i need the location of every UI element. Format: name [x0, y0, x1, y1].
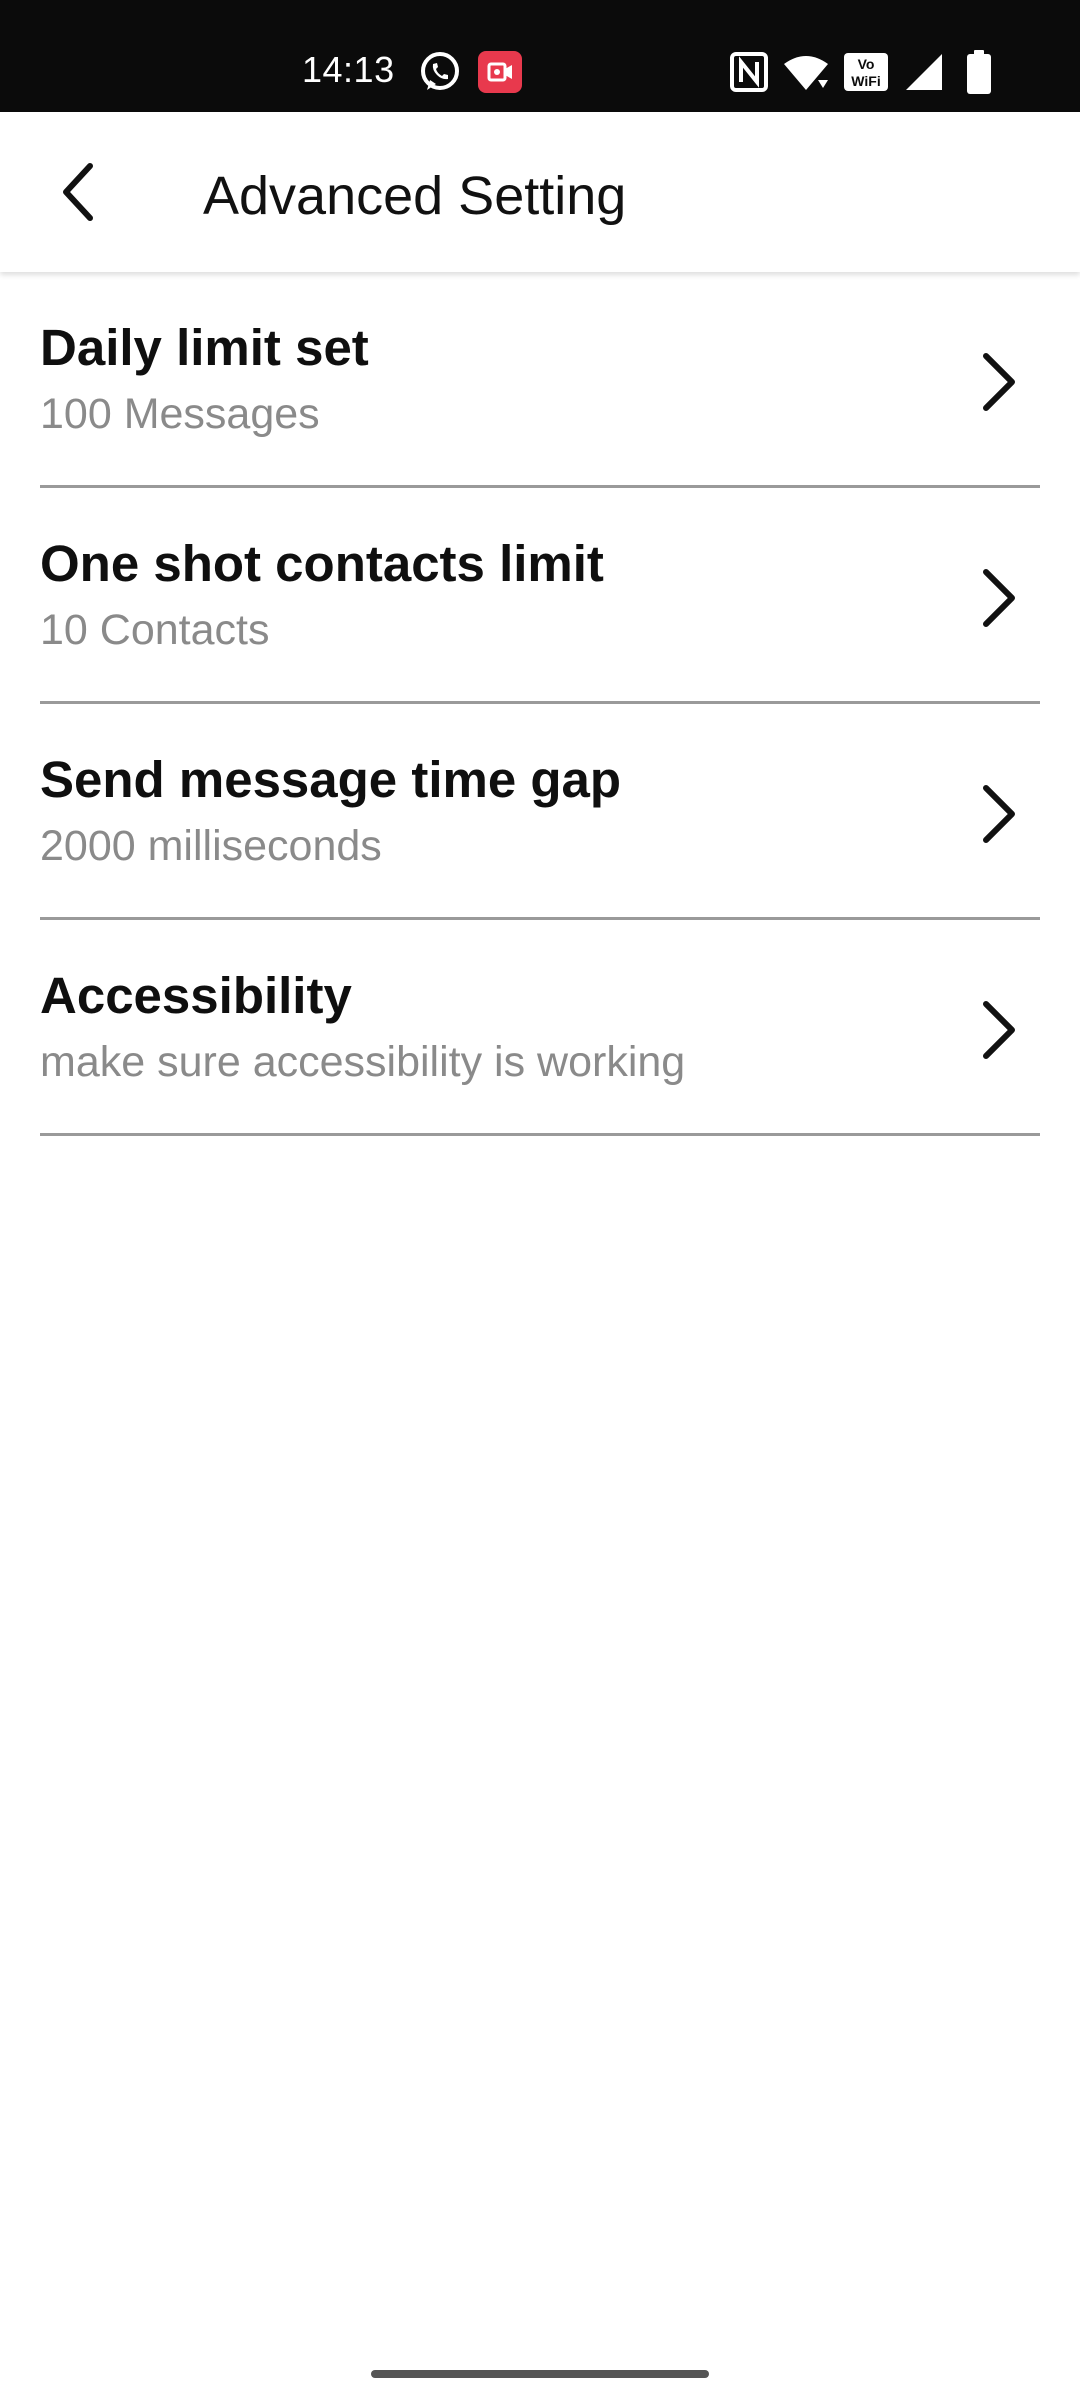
setting-time-gap[interactable]: Send message time gap 2000 milliseconds — [0, 704, 1080, 920]
status-time: 14:13 — [302, 49, 395, 90]
setting-daily-limit[interactable]: Daily limit set 100 Messages — [0, 272, 1080, 488]
chevron-right-icon — [983, 353, 1015, 411]
back-arrow-icon — [63, 163, 93, 221]
vowifi-icon: Vo WiFi — [844, 53, 888, 91]
signal-icon — [906, 54, 942, 90]
nfc-icon — [730, 52, 768, 92]
setting-subtitle: 2000 milliseconds — [40, 822, 382, 870]
page-title: Advanced Setting — [203, 166, 627, 226]
setting-title: One shot contacts limit — [40, 535, 604, 592]
setting-contacts-limit[interactable]: One shot contacts limit 10 Contacts — [0, 488, 1080, 704]
svg-text:Vo: Vo — [858, 56, 875, 72]
setting-subtitle: make sure accessibility is working — [40, 1038, 686, 1086]
svg-text:WiFi: WiFi — [851, 73, 880, 89]
setting-subtitle: 10 Contacts — [40, 606, 270, 654]
chevron-right-icon — [983, 569, 1015, 627]
status-bar: 14:13 Vo WiFi — [0, 0, 1080, 112]
settings-list: Daily limit set 100 Messages One shot co… — [0, 272, 1080, 1136]
chevron-right-icon — [983, 1001, 1015, 1059]
setting-accessibility[interactable]: Accessibility make sure accessibility is… — [0, 920, 1080, 1136]
gesture-nav-handle[interactable] — [371, 2370, 709, 2378]
setting-title: Accessibility — [40, 967, 352, 1024]
wifi-icon — [784, 56, 828, 90]
whatsapp-icon — [421, 52, 459, 90]
chevron-right-icon — [983, 785, 1015, 843]
setting-subtitle: 100 Messages — [40, 390, 320, 438]
battery-icon — [967, 50, 991, 94]
setting-title: Send message time gap — [40, 751, 622, 808]
divider — [40, 1133, 1040, 1136]
back-button[interactable] — [38, 152, 118, 232]
app-bar: Advanced Setting — [0, 112, 1080, 272]
setting-title: Daily limit set — [40, 319, 369, 376]
screen-record-icon — [478, 51, 522, 93]
